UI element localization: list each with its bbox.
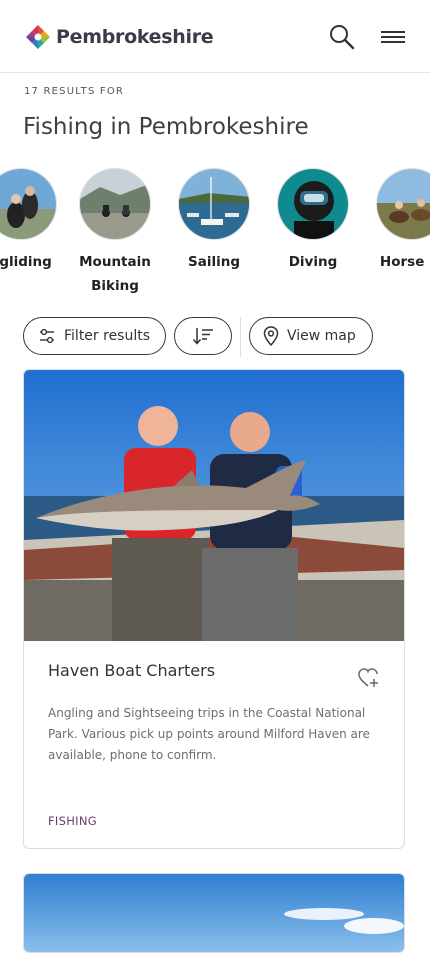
filter-results-button[interactable]: Filter results: [23, 317, 166, 355]
site-logo[interactable]: Pembrokeshire: [24, 23, 214, 51]
activity-mountain-biking[interactable]: Mountain Biking: [60, 168, 170, 298]
activity-label: Horse Ri: [379, 254, 430, 270]
add-favourite-button[interactable]: [356, 665, 382, 691]
results-count: 17 RESULTS FOR: [24, 86, 125, 97]
result-card[interactable]: [23, 873, 405, 953]
activity-label: Sailing: [188, 254, 240, 270]
map-pin-icon: [263, 326, 279, 346]
card-title: Haven Boat Charters: [48, 661, 216, 680]
diving-photo: [277, 168, 349, 240]
sailing-photo: [178, 168, 250, 240]
search-button[interactable]: [327, 22, 357, 52]
paragliding-photo: [0, 168, 57, 240]
view-map-button[interactable]: View map: [249, 317, 373, 355]
activity-label: Diving: [288, 254, 338, 270]
activity-diving[interactable]: Diving: [258, 168, 368, 274]
result-card[interactable]: Haven Boat Charters Angling and Sightsee…: [23, 369, 405, 849]
filter-bar: Filter results View map: [0, 317, 430, 357]
activity-label: Mountain Biking: [79, 254, 151, 294]
brand-name: Pembrokeshire: [56, 26, 214, 48]
logo-mark-icon: [26, 25, 50, 49]
filter-divider: [240, 317, 241, 357]
mountain-biking-photo: [79, 168, 151, 240]
horse-riding-photo: [376, 168, 430, 240]
activity-horse-riding[interactable]: Horse Ri: [357, 168, 430, 274]
filter-results-label: Filter results: [64, 328, 151, 344]
activity-carousel[interactable]: agliding Mountain Biking: [0, 168, 430, 298]
search-icon: [330, 25, 355, 50]
view-map-label: View map: [287, 328, 356, 344]
site-header: Pembrokeshire: [0, 0, 430, 73]
hamburger-menu-icon: [381, 31, 405, 43]
heart-plus-icon: [358, 668, 378, 687]
card-description: Angling and Sightseeing trips in the Coa…: [48, 706, 370, 762]
sort-descending-icon: [192, 328, 213, 345]
card-photo: [24, 370, 404, 641]
category-tag: FISHING: [48, 814, 97, 828]
page-title: Fishing in Pembrokeshire: [23, 114, 309, 140]
menu-button[interactable]: [378, 22, 408, 52]
sliders-icon: [40, 328, 54, 344]
sort-button[interactable]: [174, 317, 232, 355]
activity-sailing[interactable]: Sailing: [159, 168, 269, 274]
card-photo: [24, 874, 404, 952]
